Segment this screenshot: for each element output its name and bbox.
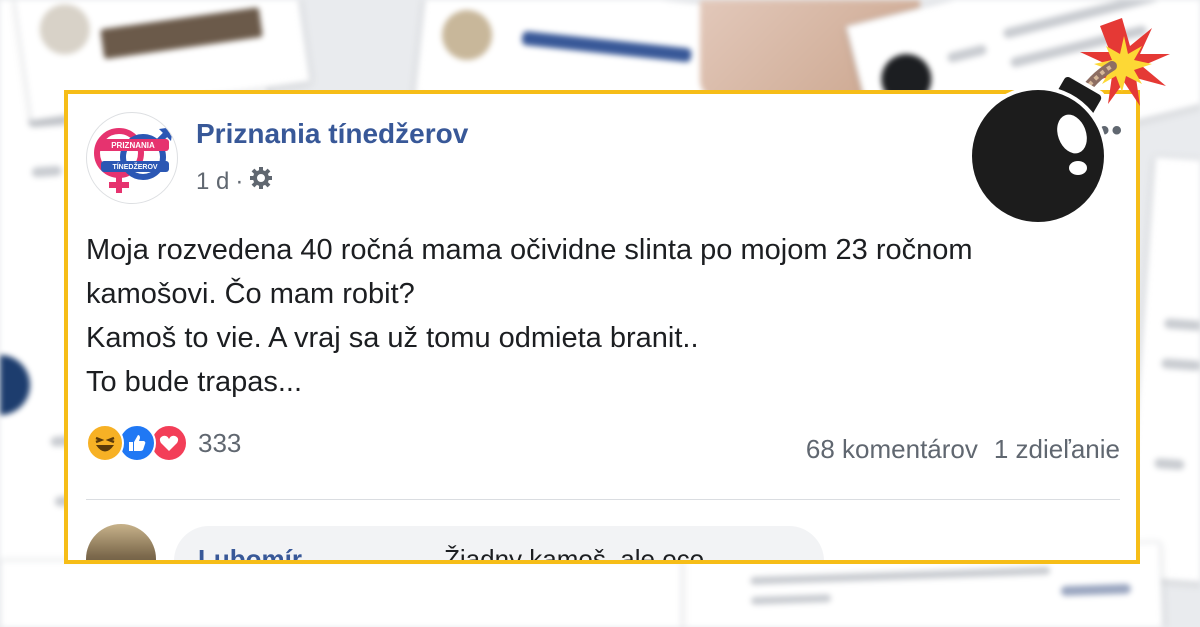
bomb-icon	[968, 18, 1170, 226]
divider	[86, 499, 1120, 500]
reaction-count[interactable]: 333	[198, 428, 241, 459]
page-logo-icon: PRIZNANIA TÍNEDŽEROV	[94, 127, 173, 193]
avatar-logo-text-top: PRIZNANIA	[111, 141, 155, 150]
comment-author-link[interactable]: Lubomír	[198, 544, 302, 560]
post-text: Moja rozvedena 40 ročná mama očividne sl…	[86, 228, 1086, 404]
avatar-logo-text-bottom: TÍNEDŽEROV	[112, 162, 157, 171]
page-name-link[interactable]: Priznania tínedžerov	[196, 118, 468, 150]
comment-avatar[interactable]	[86, 524, 156, 560]
reactions-summary[interactable]: 333	[86, 424, 241, 462]
comment-bubble: Lubomír Žiadny kamoš, ale oco	[174, 526, 824, 564]
page-avatar[interactable]: PRIZNANIA TÍNEDŽEROV	[86, 112, 178, 204]
post-text-line: Kamoš to vie. A vraj sa už tomu odmieta …	[86, 322, 699, 354]
bg-card-bottom-left	[0, 560, 682, 627]
haha-icon	[86, 424, 124, 462]
comments-count-link[interactable]: 68 komentárov	[806, 434, 978, 465]
post-time[interactable]: 1 d	[196, 168, 229, 196]
shares-count-link[interactable]: 1 zdieľanie	[994, 434, 1120, 465]
post-text-line: To bude trapas...	[86, 366, 303, 398]
meta-separator: ·	[235, 167, 244, 195]
post-text-line: Moja rozvedena 40 ročná mama očividne sl…	[86, 234, 973, 266]
post-meta: 1 d ·	[196, 166, 273, 197]
gear-icon	[249, 166, 273, 197]
post-text-line: kamošovi. Čo mam robit?	[86, 278, 415, 310]
post-stats: 68 komentárov 1 zdieľanie	[806, 434, 1120, 465]
comment-text: Žiadny kamoš, ale oco	[444, 544, 705, 564]
